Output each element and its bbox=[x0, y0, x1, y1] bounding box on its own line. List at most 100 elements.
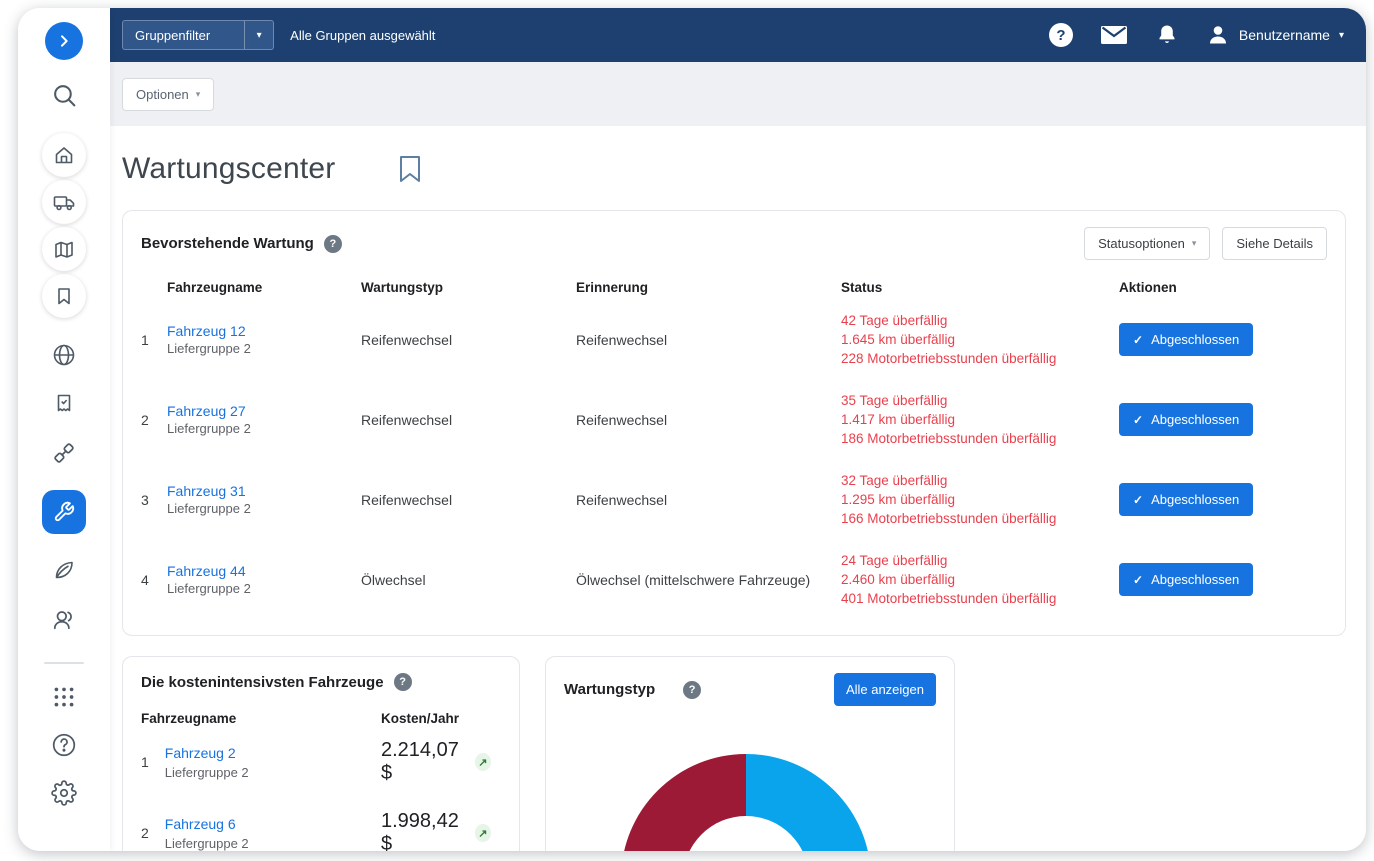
map-icon bbox=[53, 238, 75, 260]
sidebar-item-help[interactable] bbox=[51, 732, 77, 758]
status-options-button[interactable]: Statusoptionen ▾ bbox=[1084, 227, 1210, 260]
maintenance-type-cell: Reifenwechsel bbox=[361, 492, 576, 508]
status-cell: 32 Tage überfällig 1.295 km überfällig 1… bbox=[841, 471, 1119, 528]
upcoming-maintenance-card: Bevorstehende Wartung ? Statusoptionen ▾… bbox=[122, 210, 1346, 636]
sidebar-bottom-group bbox=[51, 684, 77, 806]
group-filter-label: Gruppenfilter bbox=[123, 21, 244, 49]
row-index: 1 bbox=[141, 332, 167, 348]
help-button[interactable]: ? bbox=[1049, 23, 1073, 47]
complete-button[interactable]: ✓ Abgeschlossen bbox=[1119, 403, 1253, 436]
column-vehicle: Fahrzeugname bbox=[167, 280, 361, 295]
status-line: 186 Motorbetriebsstunden überfällig bbox=[841, 429, 1119, 448]
table-row: 1 Fahrzeug 12 Liefergruppe 2 Reifenwechs… bbox=[141, 299, 1327, 379]
column-type: Wartungstyp bbox=[361, 280, 576, 295]
sidebar-item-apps[interactable] bbox=[51, 684, 77, 710]
username-label: Benutzername bbox=[1239, 27, 1330, 43]
user-menu[interactable]: Benutzername ▾ bbox=[1206, 23, 1344, 47]
sidebar-item-vehicles[interactable] bbox=[42, 180, 86, 224]
page-content: Wartungscenter Bevorstehende Wartung ? S… bbox=[110, 126, 1366, 851]
vehicle-link[interactable]: Fahrzeug 12 bbox=[167, 323, 246, 339]
vehicle-link[interactable]: Fahrzeug 44 bbox=[167, 563, 246, 579]
status-line: 42 Tage überfällig bbox=[841, 311, 1119, 330]
bookmark-page-button[interactable] bbox=[397, 154, 423, 184]
caret-down-icon: ▾ bbox=[257, 30, 262, 41]
column-actions: Aktionen bbox=[1119, 280, 1327, 295]
help-tooltip-icon[interactable]: ? bbox=[324, 235, 342, 253]
vehicle-group: Liefergruppe 2 bbox=[167, 421, 361, 436]
sidebar-item-global[interactable] bbox=[51, 342, 77, 368]
maintenance-type-title: Wartungstyp bbox=[564, 681, 655, 698]
sidebar-item-home[interactable] bbox=[42, 133, 86, 177]
status-line: 228 Motorbetriebsstunden überfällig bbox=[841, 349, 1119, 368]
vehicle-link[interactable]: Fahrzeug 27 bbox=[167, 403, 246, 419]
vehicle-link[interactable]: Fahrzeug 6 bbox=[165, 816, 236, 832]
see-details-button[interactable]: Siehe Details bbox=[1222, 227, 1327, 260]
status-line: 1.417 km überfällig bbox=[841, 410, 1119, 429]
sidebar-item-inspections[interactable] bbox=[52, 392, 76, 416]
caret-down-icon: ▾ bbox=[1339, 30, 1344, 41]
group-filter-status: Alle Gruppen ausgewählt bbox=[290, 28, 435, 43]
bookmark-icon bbox=[54, 286, 74, 306]
sidebar-item-saved[interactable] bbox=[42, 274, 86, 318]
table-row: 2 Fahrzeug 6 Liefergruppe 2 1.998,42 $ ↗ bbox=[141, 797, 501, 851]
caret-down-icon: ▾ bbox=[196, 89, 201, 100]
complete-button[interactable]: ✓ Abgeschlossen bbox=[1119, 563, 1253, 596]
sidebar-expand-button[interactable] bbox=[45, 22, 83, 60]
show-all-button[interactable]: Alle anzeigen bbox=[834, 673, 936, 706]
complete-button[interactable]: ✓ Abgeschlossen bbox=[1119, 483, 1253, 516]
question-mark-icon: ? bbox=[329, 238, 336, 250]
reminder-cell: Ölwechsel (mittelschwere Fahrzeuge) bbox=[576, 572, 841, 588]
maintenance-type-donut[interactable] bbox=[621, 754, 871, 851]
trend-up-icon: ↗ bbox=[475, 824, 491, 842]
table-header-row: Fahrzeugname Wartungstyp Erinnerung Stat… bbox=[141, 280, 1327, 299]
complete-label: Abgeschlossen bbox=[1151, 572, 1239, 587]
sidebar-item-settings[interactable] bbox=[51, 780, 77, 806]
complete-button[interactable]: ✓ Abgeschlossen bbox=[1119, 323, 1253, 356]
status-line: 2.460 km überfällig bbox=[841, 570, 1119, 589]
help-tooltip-icon[interactable]: ? bbox=[683, 681, 701, 699]
sidebar bbox=[18, 8, 110, 851]
cable-connector-icon bbox=[51, 440, 77, 466]
status-line: 1.645 km überfällig bbox=[841, 330, 1119, 349]
sidebar-nav-group bbox=[42, 342, 86, 632]
help-tooltip-icon[interactable]: ? bbox=[394, 673, 412, 691]
page-title: Wartungscenter bbox=[122, 152, 335, 186]
mail-icon bbox=[1100, 25, 1128, 45]
vehicle-group: Liefergruppe 2 bbox=[165, 765, 249, 780]
vehicle-link[interactable]: Fahrzeug 2 bbox=[165, 745, 236, 761]
check-icon: ✓ bbox=[1133, 573, 1143, 587]
complete-label: Abgeschlossen bbox=[1151, 412, 1239, 427]
trend-up-icon: ↗ bbox=[475, 753, 491, 771]
costly-vehicles-card: Die kostenintensivsten Fahrzeuge ? Fahrz… bbox=[122, 656, 520, 851]
vehicle-group: Liefergruppe 2 bbox=[167, 581, 361, 596]
sidebar-item-contacts[interactable] bbox=[51, 606, 77, 632]
sidebar-item-search[interactable] bbox=[51, 82, 78, 109]
sidebar-item-integrations[interactable] bbox=[51, 440, 77, 466]
table-row: 2 Fahrzeug 27 Liefergruppe 2 Reifenwechs… bbox=[141, 379, 1327, 459]
cost-value: 1.998,42 $ bbox=[381, 810, 467, 851]
upcoming-card-title: Bevorstehende Wartung bbox=[141, 235, 314, 252]
options-button[interactable]: Optionen ▾ bbox=[122, 78, 214, 111]
sidebar-item-maintenance-active[interactable] bbox=[42, 490, 86, 534]
gear-icon bbox=[51, 780, 77, 806]
caret-down-icon: ▾ bbox=[1192, 238, 1197, 249]
notifications-button[interactable] bbox=[1155, 23, 1179, 47]
group-filter-select[interactable]: Gruppenfilter ▾ bbox=[122, 20, 274, 50]
vehicle-link[interactable]: Fahrzeug 31 bbox=[167, 483, 246, 499]
cost-value: 2.214,07 $ bbox=[381, 739, 467, 785]
check-icon: ✓ bbox=[1133, 493, 1143, 507]
status-line: 35 Tage überfällig bbox=[841, 391, 1119, 410]
maintenance-type-cell: Reifenwechsel bbox=[361, 332, 576, 348]
costly-card-title: Die kostenintensivsten Fahrzeuge bbox=[141, 674, 384, 691]
sidebar-item-sustainability[interactable] bbox=[52, 558, 76, 582]
status-line: 24 Tage überfällig bbox=[841, 551, 1119, 570]
messages-button[interactable] bbox=[1100, 25, 1128, 45]
sidebar-item-map[interactable] bbox=[42, 227, 86, 271]
group-filter-caret-box[interactable]: ▾ bbox=[244, 21, 273, 49]
sidebar-pinned-group bbox=[42, 133, 86, 318]
globe-icon bbox=[51, 342, 77, 368]
complete-label: Abgeschlossen bbox=[1151, 332, 1239, 347]
status-line: 1.295 km überfällig bbox=[841, 490, 1119, 509]
question-mark-icon: ? bbox=[689, 684, 696, 696]
vehicle-group: Liefergruppe 2 bbox=[167, 501, 361, 516]
